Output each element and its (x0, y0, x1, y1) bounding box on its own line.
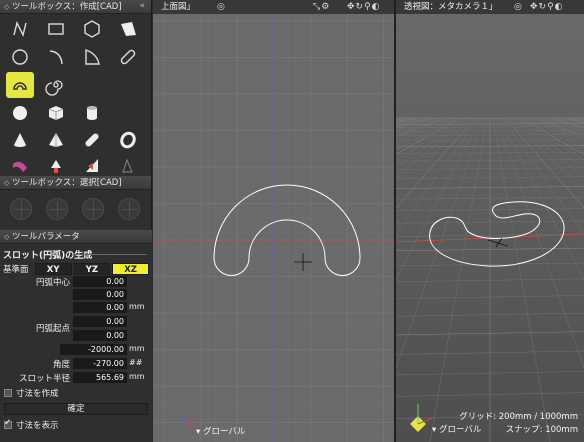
arc-start-y-field[interactable]: 0.00 (73, 330, 127, 341)
angle-field[interactable]: -270.00 (73, 358, 127, 369)
navigation-icon[interactable]: ✥↻⚲◐ (530, 0, 564, 14)
collapse-triangle-icon[interactable]: ◇ (4, 176, 12, 189)
rectangle-icon[interactable] (42, 16, 70, 42)
panel-collapse-icon[interactable]: « (139, 0, 145, 13)
plane-selector: 基準面 XY YZ XZ (3, 262, 149, 275)
slot-radius-label: スロット半径 (18, 374, 70, 384)
arc-center-x-field[interactable]: 0.00 (73, 276, 127, 287)
arc-center-z-row: 0.00 mm (0, 302, 152, 314)
arc-icon[interactable] (42, 44, 70, 70)
toolbox-create-title: ツールボックス：作成[CAD] (12, 2, 122, 12)
perspective-viewport[interactable]: 透視図：メタカメラ１」 ◎ ✥↻⚲◐ グリッド: 200mm / 1000mm … (396, 0, 584, 442)
section-heading: スロット(円弧)の生成 (3, 248, 149, 261)
arc-start-z-row: -2000.00 mm (0, 344, 152, 356)
create-dimensions-row[interactable]: 寸法を作成 (4, 387, 59, 399)
arc-center-y-row: 0.00 (0, 289, 152, 301)
select-face-icon[interactable] (82, 198, 104, 220)
arc-slot-icon[interactable] (6, 72, 34, 98)
unit-label: mm (129, 344, 145, 353)
free-polygon-icon[interactable] (114, 16, 142, 42)
wedge-icon[interactable] (78, 152, 106, 178)
axis-mode-text: グローバル (202, 427, 246, 437)
eye-icon[interactable]: ◎ (514, 0, 523, 14)
angle-unit-label: ## (129, 358, 143, 367)
snap-status: スナップ: 100mm (505, 425, 578, 435)
torus-knot-icon[interactable] (6, 152, 34, 178)
top-view-viewport[interactable]: 上面図」 ◎ ⤡⚙ ✥↻⚲◐ ▾ グローバル (153, 0, 395, 442)
toolbox-create-header[interactable]: ◇ ツールボックス：作成[CAD] « (0, 0, 151, 14)
show-dimensions-label: 寸法を表示 (16, 421, 59, 431)
collapse-triangle-icon[interactable]: ◇ (4, 230, 12, 243)
arc-center-z-field[interactable]: 0.00 (73, 302, 127, 313)
curve-corner-icon[interactable] (78, 44, 106, 70)
tool-parameters-panel: ◇ ツールパラメータ スロット(円弧)の生成 基準面 XY YZ XZ 円弧中心 … (0, 230, 152, 442)
create-tools-grid (0, 14, 151, 176)
show-dimensions-checkbox[interactable] (4, 418, 12, 429)
navigation-icon[interactable]: ✥↻⚲◐ (347, 0, 381, 14)
extra-icon[interactable] (114, 152, 142, 178)
axis-mode-label[interactable]: ▾ グローバル (196, 425, 245, 437)
tool-parameters-header[interactable]: ◇ ツールパラメータ (0, 230, 152, 244)
select-tools-grid (0, 190, 151, 228)
plane-yz-button[interactable]: YZ (73, 262, 111, 275)
slot-icon[interactable] (114, 44, 142, 70)
toolbox-select-header[interactable]: ◇ ツールボックス：選択[CAD] (0, 176, 151, 190)
spiral-icon[interactable] (42, 72, 70, 98)
create-dimensions-checkbox[interactable] (4, 389, 12, 397)
tool-parameters-title: ツールパラメータ (12, 232, 80, 242)
top-view-titlebar: 上面図」 ◎ ⤡⚙ ✥↻⚲◐ (153, 0, 395, 14)
polyline-icon[interactable] (6, 16, 34, 42)
arc-center-x-row: 円弧中心 0.00 (0, 276, 152, 288)
axis-mode-label[interactable]: ▾ グローバル (432, 423, 481, 435)
unit-label: mm (129, 372, 145, 381)
arc-center-label: 円弧中心 (35, 278, 70, 288)
arc-start-z-field[interactable]: -2000.00 (60, 344, 127, 355)
slot-radius-row: スロット半径 565.69 mm (0, 372, 152, 384)
arc-center-y-field[interactable]: 0.00 (73, 289, 127, 300)
left-panel: ◇ ツールボックス：作成[CAD] « ◇ ツールボックス：選択[CAD] ◇ … (0, 0, 152, 442)
plane-xz-button[interactable]: XZ (112, 262, 149, 275)
perspective-canvas[interactable] (396, 0, 584, 442)
eye-icon[interactable]: ◎ (217, 0, 226, 14)
top-view-canvas[interactable] (153, 0, 395, 442)
polygon-icon[interactable] (78, 16, 106, 42)
sphere-icon[interactable] (6, 100, 34, 126)
toolbox-select-title: ツールボックス：選択[CAD] (12, 178, 122, 188)
perspective-titlebar: 透視図：メタカメラ１」 ◎ ✥↻⚲◐ (396, 0, 584, 14)
create-dimensions-label: 寸法を作成 (16, 389, 59, 399)
angle-label: 角度 (52, 360, 70, 370)
cylinder-icon[interactable] (78, 100, 106, 126)
axis-mode-text: グローバル (438, 425, 482, 435)
select-object-icon[interactable] (118, 198, 140, 220)
cube-icon[interactable] (42, 100, 70, 126)
confirm-button[interactable]: 確定 (4, 403, 148, 415)
view-tools-icon[interactable]: ⤡⚙ (313, 0, 330, 14)
select-edge-icon[interactable] (46, 198, 68, 220)
plane-label: 基準面 (3, 264, 29, 275)
unit-label: mm (129, 302, 145, 311)
angle-row: 角度 -270.00 ## (0, 358, 152, 370)
grid-status: グリッド: 200mm / 1000mm (459, 412, 578, 422)
arrow-up-icon[interactable] (42, 152, 70, 178)
collapse-triangle-icon[interactable]: ◇ (4, 0, 12, 13)
ring-icon[interactable] (114, 127, 142, 153)
show-dimensions-row[interactable]: 寸法を表示 (4, 418, 59, 431)
pyramid-icon[interactable] (42, 127, 70, 153)
top-view-title[interactable]: 上面図」 (161, 2, 195, 12)
perspective-title[interactable]: 透視図：メタカメラ１」 (404, 2, 498, 12)
select-point-icon[interactable] (10, 198, 32, 220)
circle-icon[interactable] (6, 44, 34, 70)
slot-radius-field[interactable]: 565.69 (73, 372, 127, 383)
plane-xy-button[interactable]: XY (34, 262, 72, 275)
arc-start-y-row: 0.00 (0, 330, 152, 342)
cone-icon[interactable] (6, 127, 34, 153)
capsule-icon[interactable] (78, 127, 106, 153)
